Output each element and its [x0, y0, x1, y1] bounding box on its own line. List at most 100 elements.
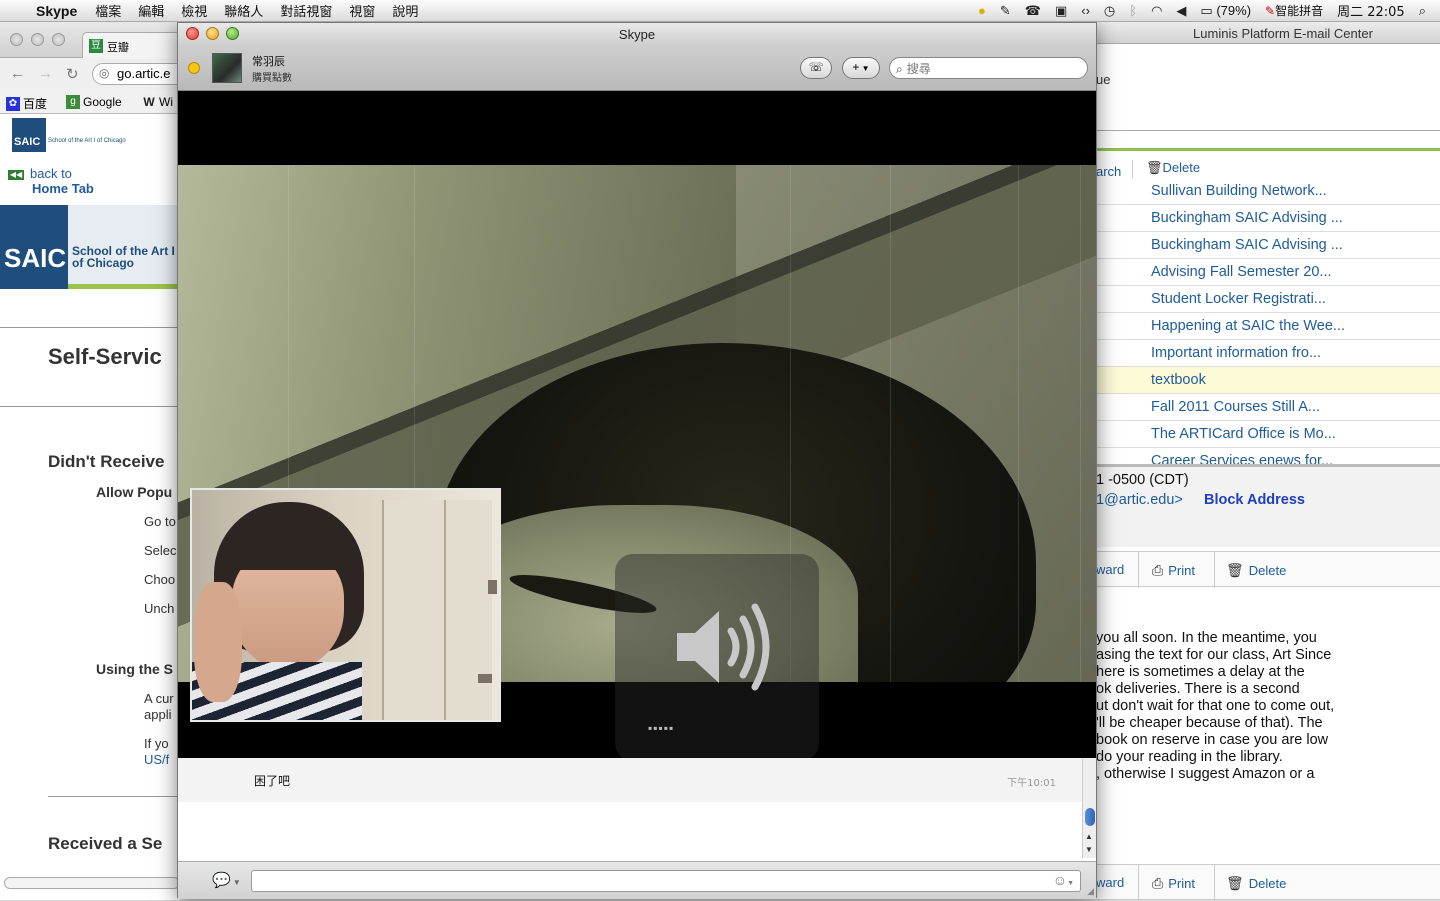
bookmark-wikipedia[interactable]: W Wi [142, 95, 173, 109]
battery-percent: (79%) [1216, 2, 1252, 18]
contact-mood-message[interactable]: 購買點數 [252, 69, 292, 84]
menu-window[interactable]: 視窗 [349, 1, 375, 20]
bluetooth-icon[interactable]: ᛒ [1129, 3, 1137, 18]
browser-zoom-button[interactable] [52, 33, 65, 46]
add-menu-button[interactable]: + ▼ [842, 57, 880, 79]
forward-button[interactable]: ward [1096, 562, 1124, 577]
dialpad-button[interactable]: ☏ [800, 57, 832, 79]
delete-button[interactable]: 🗑 Delete [1226, 875, 1286, 892]
menu-conversations[interactable]: 對話視窗 [280, 1, 332, 20]
email-accent-line [1096, 148, 1440, 151]
forward-button[interactable]: ward [1096, 875, 1124, 890]
forward-arrow-icon[interactable]: → [38, 65, 53, 82]
block-address-link[interactable]: Block Address [1204, 492, 1305, 508]
message-input-box[interactable]: ☺▼ [251, 870, 1081, 892]
emoticon-icon[interactable]: ☺▼ [1053, 872, 1074, 888]
divider [1132, 160, 1133, 178]
delete-button[interactable]: 🗑 Delete [1226, 562, 1286, 579]
email-list-item[interactable]: Buckingham SAIC Advising ... [1096, 205, 1440, 232]
menu-help[interactable]: 說明 [392, 1, 418, 20]
menu-contacts[interactable]: 聯絡人 [224, 1, 263, 20]
delete-link[interactable]: 🗑Delete [1146, 160, 1200, 176]
skype-window-title: Skype [618, 27, 656, 42]
volume-icon[interactable]: ◀ [1176, 3, 1186, 19]
bookmark-label: Wi [159, 95, 173, 109]
email-list-item[interactable]: textbook [1096, 367, 1440, 394]
email-list-item[interactable]: Career Services enews for... [1096, 448, 1440, 464]
delete-label: Delete [1248, 876, 1287, 891]
wifi-icon[interactable]: ◠ [1151, 3, 1162, 19]
message-body-line: , otherwise I suggest Amazon or a [1096, 766, 1315, 782]
saic-small-logo[interactable]: SAIC [12, 118, 46, 152]
email-list-item[interactable]: Buckingham SAIC Advising ... [1096, 232, 1440, 259]
skype-titlebar[interactable]: Skype [178, 23, 1096, 45]
spotlight-search-icon[interactable]: ⌕ [1419, 3, 1426, 19]
chat-scrollbar[interactable]: ▲ ▼ [1082, 758, 1096, 858]
delete-label: Delete [1248, 563, 1287, 578]
saic-small-subtitle-2: of Chicago [97, 138, 126, 144]
menu-file[interactable]: 檔案 [95, 1, 121, 20]
menu-view[interactable]: 檢視 [181, 1, 207, 20]
browser-tab-douban[interactable]: 豆 豆瓣 [82, 32, 180, 58]
paragraph-link[interactable]: US/f [144, 752, 169, 767]
menu-edit[interactable]: 編輯 [138, 1, 164, 20]
email-list-item[interactable]: Important information fro... [1096, 340, 1440, 367]
contact-avatar[interactable] [212, 53, 242, 83]
print-button[interactable]: ⎙ Print [1152, 562, 1195, 579]
menubar-app-name[interactable]: Skype [36, 3, 77, 19]
page-title: Self-Servic [48, 344, 162, 369]
back-to-home-link[interactable]: ◀◀ back to Home Tab [8, 166, 94, 196]
chat-scroll-thumb[interactable] [1085, 808, 1095, 826]
search-field[interactable]: ⌕ [889, 57, 1088, 79]
email-list-item[interactable]: Happening at SAIC the Wee... [1096, 313, 1440, 340]
code-icon[interactable]: ‹› [1081, 3, 1090, 18]
email-list-item[interactable]: Student Locker Registrati... [1096, 286, 1440, 313]
print-button[interactable]: ⎙ Print [1152, 875, 1195, 892]
email-list-item[interactable]: Sullivan Building Network... [1096, 178, 1440, 205]
email-list-item[interactable]: Fall 2011 Courses Still A... [1096, 394, 1440, 421]
window-minimize-button[interactable] [206, 27, 219, 40]
scroll-up-arrow-icon[interactable]: ▲ [1085, 832, 1093, 841]
browser-window: 豆 豆瓣 ← → ↻ ◎ go.artic.e ✿ 百度 g Google W Wi … [0, 22, 192, 900]
bookmark-google[interactable]: g Google [66, 95, 122, 109]
saic-subtitle-line-2: of Chicago [72, 256, 134, 270]
speaker-volume-icon[interactable] [675, 601, 771, 693]
window-close-button[interactable] [186, 27, 199, 40]
email-list-item[interactable]: The ARTICard Office is Mo... [1096, 421, 1440, 448]
trash-icon: 🗑 [1226, 562, 1244, 578]
search-link[interactable]: arch [1096, 164, 1121, 179]
app-badge-icon[interactable]: ▣ [1055, 3, 1067, 19]
phone-icon[interactable]: ☎ [1025, 3, 1041, 19]
time-machine-icon[interactable]: ◷ [1104, 3, 1115, 19]
volume-level-indicator: ▪▪▪▪▪ [648, 721, 675, 735]
chat-message-row[interactable]: 困了吧 下午10:01 [178, 758, 1082, 802]
paragraph-text: If yo [144, 736, 169, 751]
contact-name[interactable]: 常羽辰 [252, 53, 285, 69]
resize-grip-icon[interactable]: ◢ [1087, 886, 1094, 897]
clock[interactable]: 周二 22:05 [1337, 1, 1405, 20]
back-arrow-icon[interactable]: ← [10, 65, 25, 82]
divider [1138, 552, 1139, 588]
message-input[interactable] [252, 871, 1042, 891]
back-to-label: back to [30, 166, 72, 181]
browser-close-button[interactable] [10, 33, 23, 46]
video-call-area[interactable]: ▪▪▪▪▪ [178, 91, 1096, 758]
online-status-icon[interactable] [188, 62, 200, 74]
reload-icon[interactable]: ↻ [66, 65, 79, 83]
scroll-down-arrow-icon[interactable]: ▼ [1085, 845, 1093, 854]
print-label: Print [1168, 876, 1195, 891]
browser-minimize-button[interactable] [31, 33, 44, 46]
pen-icon[interactable]: ✎ [1000, 3, 1011, 19]
search-input[interactable] [906, 62, 1077, 76]
self-view-door [382, 500, 492, 720]
window-zoom-button[interactable] [226, 27, 239, 40]
horizontal-scrollbar[interactable] [4, 877, 180, 889]
self-view-video[interactable] [190, 488, 501, 722]
message-sender[interactable]: 1@artic.edu> [1096, 492, 1183, 508]
email-list-item[interactable]: Advising Fall Semester 20... [1096, 259, 1440, 286]
input-method[interactable]: ✎智能拼音 [1265, 2, 1323, 19]
skype-status-icon[interactable]: ● [978, 3, 986, 18]
battery-indicator[interactable]: ▭ (79%) [1200, 3, 1251, 19]
chat-bubble-icon[interactable]: 💬 ▼ [212, 871, 241, 889]
bookmark-baidu[interactable]: ✿ 百度 [6, 95, 47, 112]
